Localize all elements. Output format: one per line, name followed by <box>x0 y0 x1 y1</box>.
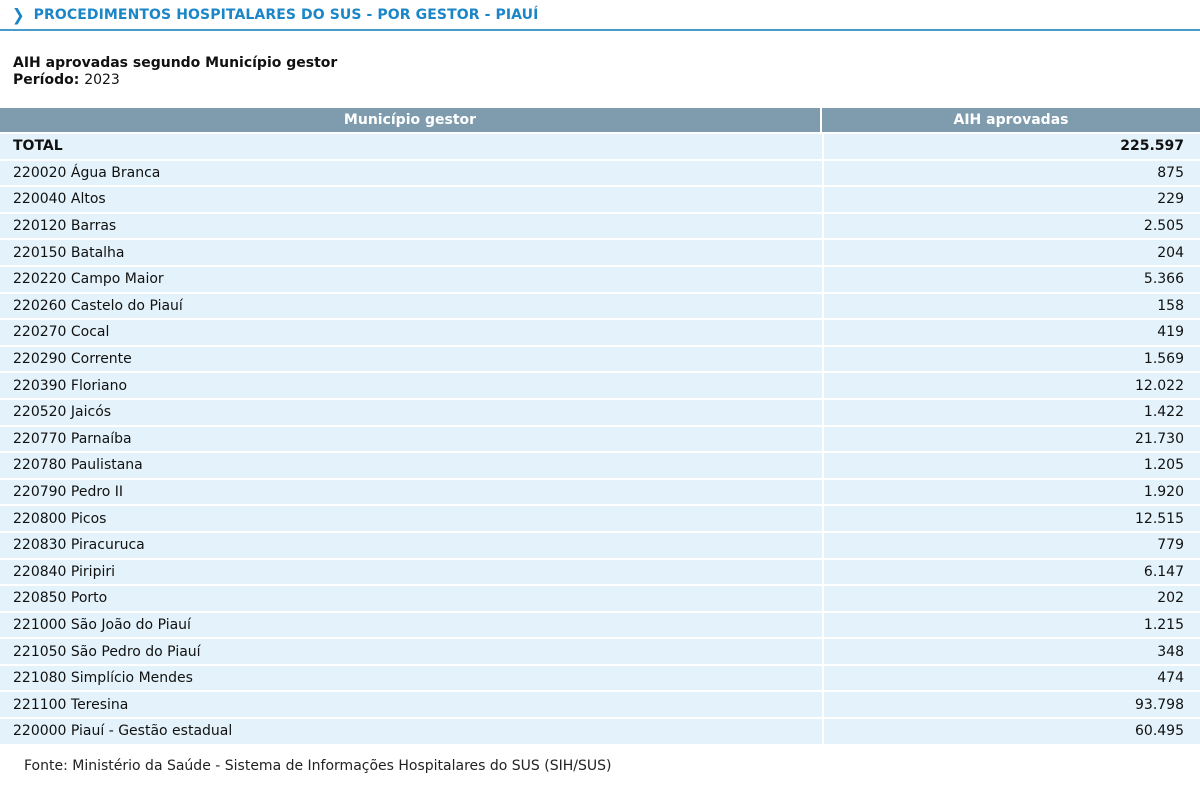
aih-cell: 1.205 <box>822 453 1200 478</box>
aih-cell: 60.495 <box>822 719 1200 744</box>
table-row: 220150 Batalha 204 <box>0 240 1200 265</box>
table-row: 220770 Parnaíba 21.730 <box>0 426 1200 452</box>
total-row: TOTAL 225.597 <box>0 134 1200 159</box>
municipio-cell: 220850 Porto <box>0 586 822 611</box>
report-period: Período: 2023 <box>13 72 1200 89</box>
municipio-cell: 220220 Campo Maior <box>0 266 822 292</box>
aih-cell: 93.798 <box>822 692 1200 718</box>
table-row: 220220 Campo Maior 5.366 <box>0 266 1200 292</box>
chevron-right-icon: ❯ <box>12 4 25 25</box>
municipio-cell: 220390 Floriano <box>0 373 822 398</box>
aih-cell: 875 <box>822 160 1200 186</box>
aih-cell: 1.422 <box>822 399 1200 425</box>
table-row: 220270 Cocal 419 <box>0 320 1200 345</box>
municipio-cell: 220840 Piripiri <box>0 559 822 585</box>
column-header-municipio: Município gestor <box>0 108 822 132</box>
source-note: Fonte: Ministério da Saúde - Sistema de … <box>24 757 612 774</box>
table-row: 220040 Altos 229 <box>0 187 1200 212</box>
total-value: 225.597 <box>822 134 1200 159</box>
table-row: 220260 Castelo do Piauí 158 <box>0 293 1200 319</box>
aih-cell: 5.366 <box>822 266 1200 292</box>
table-row: 220850 Porto 202 <box>0 586 1200 611</box>
table-row: 221100 Teresina 93.798 <box>0 692 1200 718</box>
municipio-cell: 221080 Simplício Mendes <box>0 665 822 691</box>
aih-cell: 419 <box>822 320 1200 345</box>
results-table: Município gestor AIH aprovadas TOTAL 225… <box>0 106 1200 746</box>
table-row: 221080 Simplício Mendes 474 <box>0 665 1200 691</box>
aih-cell: 6.147 <box>822 559 1200 585</box>
aih-cell: 202 <box>822 586 1200 611</box>
aih-cell: 1.569 <box>822 346 1200 372</box>
municipio-cell: 220150 Batalha <box>0 240 822 265</box>
column-header-aih: AIH aprovadas <box>822 108 1200 132</box>
aih-cell: 12.515 <box>822 506 1200 531</box>
table-header-row: Município gestor AIH aprovadas <box>0 108 1200 132</box>
municipio-cell: 220120 Barras <box>0 213 822 239</box>
aih-cell: 158 <box>822 293 1200 319</box>
table-row: 220520 Jaicós 1.422 <box>0 399 1200 425</box>
page-title: PROCEDIMENTOS HOSPITALARES DO SUS - POR … <box>33 6 539 23</box>
period-value: 2023 <box>84 72 120 88</box>
table-row: 220840 Piripiri 6.147 <box>0 559 1200 585</box>
table-row: 220800 Picos 12.515 <box>0 506 1200 531</box>
municipio-cell: 220830 Piracuruca <box>0 532 822 558</box>
aih-cell: 1.215 <box>822 612 1200 638</box>
municipio-cell: 220770 Parnaíba <box>0 426 822 452</box>
municipio-cell: 220800 Picos <box>0 506 822 531</box>
table-row: 220120 Barras 2.505 <box>0 213 1200 239</box>
municipio-cell: 220780 Paulistana <box>0 453 822 478</box>
municipio-cell: 220260 Castelo do Piauí <box>0 293 822 319</box>
aih-cell: 229 <box>822 187 1200 212</box>
municipio-cell: 220040 Altos <box>0 187 822 212</box>
aih-cell: 474 <box>822 665 1200 691</box>
municipio-cell: 221100 Teresina <box>0 692 822 718</box>
aih-cell: 2.505 <box>822 213 1200 239</box>
aih-cell: 204 <box>822 240 1200 265</box>
period-label: Período: <box>13 72 80 88</box>
municipio-cell: 221000 São João do Piauí <box>0 612 822 638</box>
aih-cell: 21.730 <box>822 426 1200 452</box>
municipio-cell: 220520 Jaicós <box>0 399 822 425</box>
table-row: 220290 Corrente 1.569 <box>0 346 1200 372</box>
table-row: 220790 Pedro II 1.920 <box>0 479 1200 505</box>
table-row: 221050 São Pedro do Piauí 348 <box>0 639 1200 664</box>
municipio-cell: 220270 Cocal <box>0 320 822 345</box>
municipio-cell: 221050 São Pedro do Piauí <box>0 639 822 664</box>
table-row: 221000 São João do Piauí 1.215 <box>0 612 1200 638</box>
table-row: 220390 Floriano 12.022 <box>0 373 1200 398</box>
report-subtitle: AIH aprovadas segundo Município gestor <box>13 55 338 71</box>
municipio-cell: 220790 Pedro II <box>0 479 822 505</box>
aih-cell: 1.920 <box>822 479 1200 505</box>
municipio-cell: 220290 Corrente <box>0 346 822 372</box>
table-row: 220020 Água Branca 875 <box>0 160 1200 186</box>
total-label: TOTAL <box>0 134 822 159</box>
page-header: ❯ PROCEDIMENTOS HOSPITALARES DO SUS - PO… <box>0 0 1200 31</box>
table-row: 220830 Piracuruca 779 <box>0 532 1200 558</box>
aih-cell: 348 <box>822 639 1200 664</box>
aih-cell: 779 <box>822 532 1200 558</box>
table-row: 220000 Piauí - Gestão estadual 60.495 <box>0 719 1200 744</box>
report-info: AIH aprovadas segundo Município gestor P… <box>13 55 1200 89</box>
municipio-cell: 220000 Piauí - Gestão estadual <box>0 719 822 744</box>
table-row: 220780 Paulistana 1.205 <box>0 453 1200 478</box>
municipio-cell: 220020 Água Branca <box>0 160 822 186</box>
aih-cell: 12.022 <box>822 373 1200 398</box>
